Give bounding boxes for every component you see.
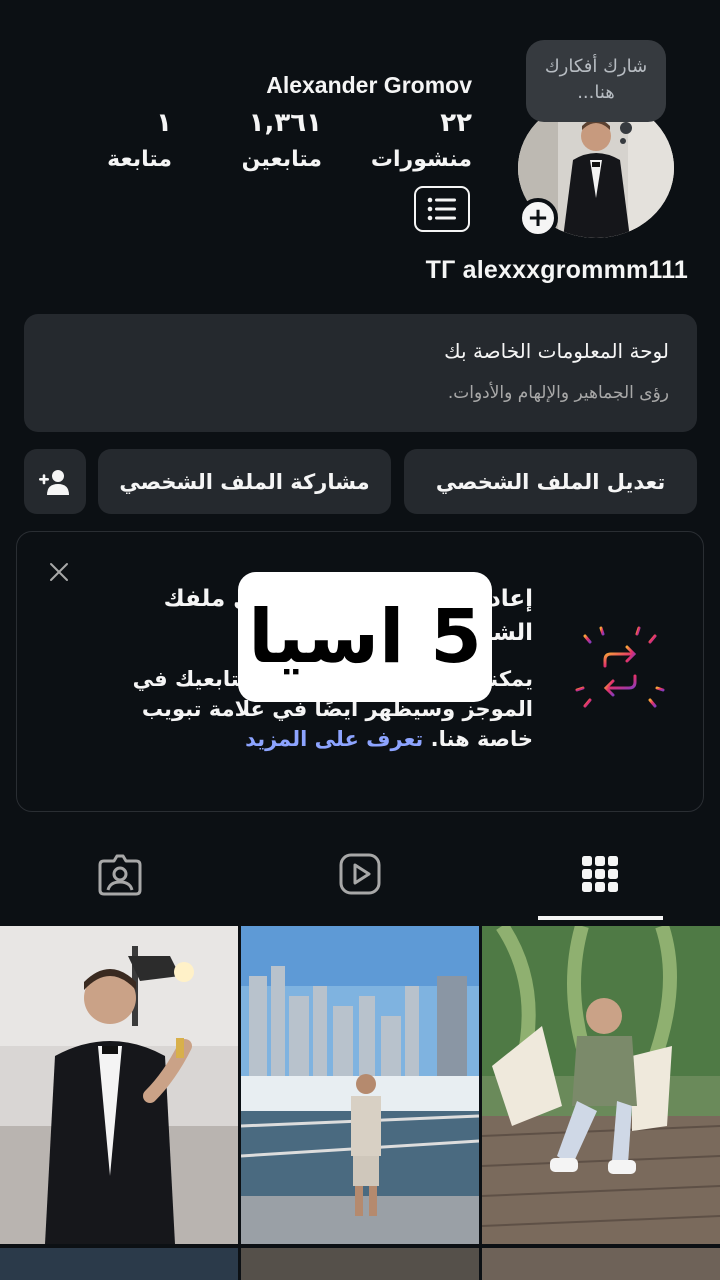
professional-dashboard[interactable]: لوحة المعلومات الخاصة بك رؤى الجماهير وا…	[24, 314, 697, 432]
add-person-icon	[39, 469, 69, 495]
stat-posts-label: منشورات	[370, 147, 472, 172]
share-profile-button[interactable]: مشاركة الملف الشخصي	[98, 449, 391, 514]
stat-posts-value: ٢٢	[440, 108, 472, 138]
note-bubble-tail	[620, 122, 632, 134]
stat-following[interactable]: ١ متابعة	[107, 106, 172, 180]
note-bubble-tail-small	[620, 138, 626, 144]
dashboard-title: لوحة المعلومات الخاصة بك	[444, 339, 669, 363]
grid-icon	[582, 856, 618, 892]
reels-icon	[339, 853, 381, 895]
posts-grid	[0, 926, 720, 1280]
learn-more-link[interactable]: تعرف على المزيد	[245, 727, 423, 751]
post-thumbnail[interactable]	[0, 926, 238, 1244]
post-image-tuxedo	[0, 926, 238, 1244]
post-thumbnail-partial[interactable]	[482, 1248, 720, 1280]
close-icon[interactable]	[47, 560, 71, 584]
discover-people-button[interactable]	[24, 449, 86, 514]
dashboard-subtitle: رؤى الجماهير والإلهام والأدوات.	[447, 383, 669, 403]
stat-followers-value: ١,٣٦١	[248, 108, 322, 138]
tab-posts-grid[interactable]	[576, 850, 624, 898]
add-story-icon[interactable]: +	[518, 198, 558, 238]
edit-profile-button[interactable]: تعديل الملف الشخصي	[404, 449, 697, 514]
note-bubble[interactable]: شارك أفكارك هنا...	[526, 40, 666, 122]
list-menu-button[interactable]	[414, 186, 470, 232]
stat-followers-label: متابعين	[241, 147, 322, 172]
stat-following-label: متابعة	[107, 147, 172, 172]
text-sticker-overlay: 5 اسيا	[238, 572, 492, 702]
tab-reels[interactable]	[336, 850, 384, 898]
tagged-icon	[98, 854, 142, 896]
list-icon	[427, 197, 456, 221]
profile-username: TГ alexxxgrommm111	[425, 256, 688, 284]
post-thumbnail-partial[interactable]	[0, 1248, 238, 1280]
post-image-marina	[241, 926, 479, 1244]
post-thumbnail[interactable]	[241, 926, 479, 1244]
repost-icon	[569, 620, 671, 722]
stat-followers[interactable]: ١,٣٦١ متابعين	[242, 106, 322, 180]
post-image-deckchair	[482, 926, 720, 1244]
active-tab-indicator	[538, 916, 663, 920]
post-thumbnail[interactable]	[482, 926, 720, 1244]
stat-following-value: ١	[156, 108, 172, 138]
post-thumbnail-partial[interactable]	[241, 1248, 479, 1280]
tab-tagged[interactable]	[96, 850, 144, 898]
profile-full-name: Alexander Gromov	[266, 72, 472, 98]
stat-posts[interactable]: ٢٢ منشورات	[371, 106, 472, 180]
